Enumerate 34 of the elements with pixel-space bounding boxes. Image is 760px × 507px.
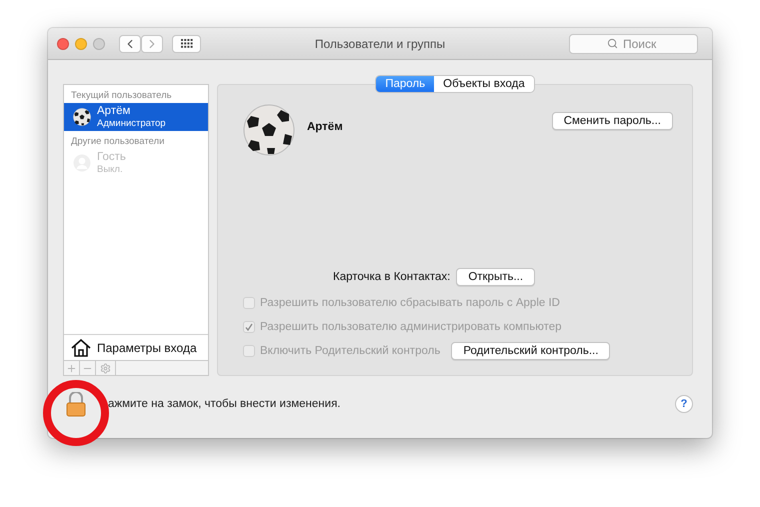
window-title: Пользователи и группы	[314, 36, 446, 50]
highlight-circle	[43, 380, 109, 446]
search-icon	[607, 38, 618, 48]
forward-button[interactable]	[141, 34, 163, 52]
grid-icon	[180, 39, 192, 48]
user-item[interactable]: Артём Администратор	[64, 103, 208, 131]
user-role: Администратор	[97, 118, 166, 130]
padlock-icon[interactable]	[66, 392, 86, 416]
checkbox-label: Разрешить пользователю администрировать компьютер	[260, 321, 562, 333]
open-button[interactable]: Открыть...	[456, 268, 536, 286]
tab[interactable]: Объекты входа	[434, 76, 534, 92]
minimize-button[interactable]	[75, 38, 87, 50]
user-name: Артём	[307, 121, 343, 133]
soccer-ball-icon	[243, 104, 295, 156]
user-name: Артём	[97, 104, 132, 118]
soccer-ball-icon	[73, 108, 91, 126]
back-button[interactable]	[119, 34, 141, 52]
search-field[interactable]: Поиск	[569, 34, 698, 54]
gear-icon	[100, 362, 111, 374]
checkbox-label: Включить Родительский контроль	[260, 345, 440, 357]
zoom-button[interactable]	[93, 38, 105, 50]
grid-button[interactable]	[172, 34, 201, 52]
section-header: Другие пользователи	[70, 135, 166, 149]
status-text: ажмите на замок, чтобы внести изменения.	[108, 398, 340, 410]
help-button[interactable]: ?	[675, 395, 693, 413]
user-role: Выкл.	[97, 164, 124, 176]
section-header: Текущий пользователь	[70, 89, 173, 103]
close-button[interactable]	[57, 38, 69, 50]
checkbox-label: Разрешить пользователю сбрасывать пароль с Apple ID	[260, 297, 560, 309]
plus-icon	[66, 362, 77, 374]
change-password-button[interactable]: Сменить пароль...	[552, 112, 673, 130]
user-name: Гость	[97, 150, 126, 164]
house-icon	[71, 338, 91, 356]
contacts-label: Карточка в Контактах:	[333, 271, 450, 283]
